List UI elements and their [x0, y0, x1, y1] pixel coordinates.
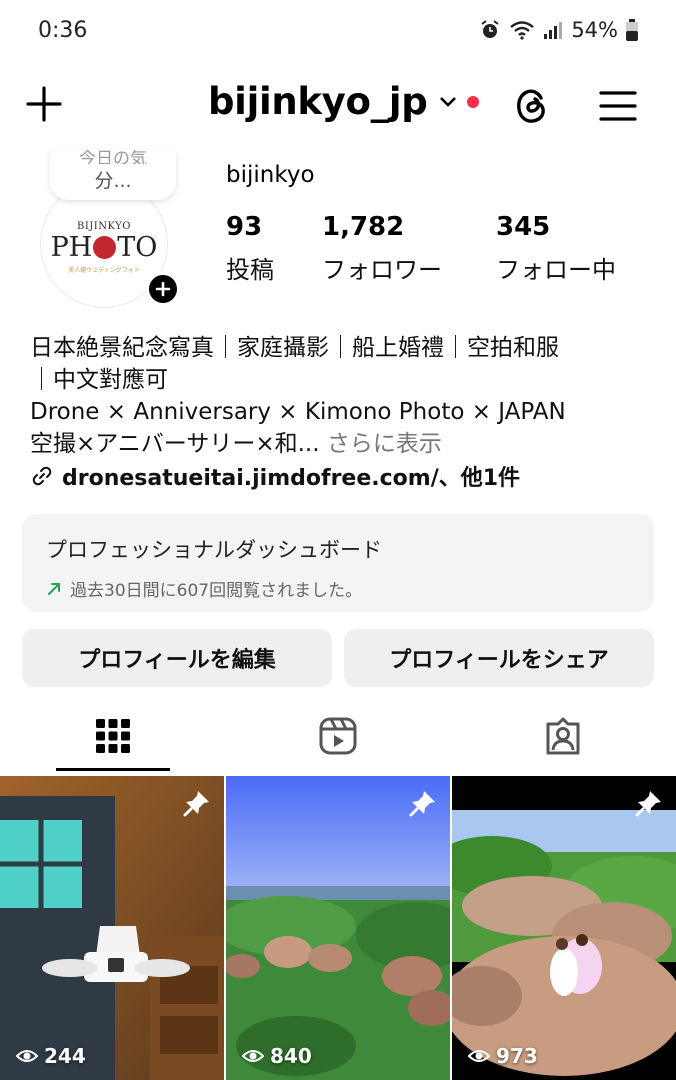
stat-following-value: 345: [496, 212, 551, 242]
post-image-rocks: [226, 776, 450, 1080]
status-time: 0:36: [38, 18, 88, 43]
tab-posts-grid[interactable]: [56, 700, 170, 772]
stat-posts-label: 投稿: [226, 256, 274, 284]
wifi-icon: [510, 21, 535, 40]
tab-reels[interactable]: [281, 700, 395, 772]
note-line2: 分...: [94, 170, 132, 192]
username: bijinkyo_jp: [208, 80, 428, 123]
view-count-value: 244: [44, 1044, 86, 1068]
professional-dashboard[interactable]: プロフェッショナルダッシュボード 過去30日間に607回閲覧されました。: [22, 514, 654, 612]
dashboard-subtitle: 過去30日間に607回閲覧されました。: [70, 581, 363, 601]
view-count: 244: [16, 1044, 86, 1068]
account-switcher[interactable]: bijinkyo_jp: [208, 80, 480, 123]
view-count-value: 840: [270, 1044, 312, 1068]
notification-dot: [467, 95, 480, 108]
eye-icon: [468, 1050, 490, 1062]
bio-link[interactable]: dronesatueitai.jimdofree.com/、他1件: [30, 460, 520, 492]
bio-line: 空撮×アニバーサリー×和...: [30, 431, 320, 457]
tab-tagged[interactable]: [506, 700, 620, 772]
eye-icon: [16, 1050, 38, 1062]
view-count: 840: [242, 1044, 312, 1068]
bio: 日本絶景紀念寫真｜家庭攝影｜船上婚禮｜空拍和服 ｜中文對應可 Drone × A…: [30, 332, 650, 460]
tagged-icon: [546, 717, 580, 755]
post-thumbnail[interactable]: 244: [0, 776, 224, 1080]
avatar-brand-small: BIJINKYO: [76, 220, 131, 232]
plus-icon: [155, 281, 171, 297]
stat-following-label: フォロー中: [496, 256, 616, 284]
stat-followers-label: フォロワー: [322, 256, 442, 284]
note-line1: 今日の気: [79, 150, 147, 164]
threads-icon[interactable]: [510, 84, 554, 128]
flower-logo-icon: [93, 235, 117, 259]
pin-icon: [635, 791, 661, 817]
eye-icon: [242, 1050, 264, 1062]
view-count-value: 973: [496, 1044, 538, 1068]
create-plus-icon[interactable]: [24, 84, 64, 124]
see-more-link[interactable]: さらに表示: [327, 431, 442, 457]
note-bubble[interactable]: 今日の気 分...: [50, 150, 176, 200]
display-name: bijinkyo: [226, 162, 315, 188]
chevron-down-icon: [440, 96, 457, 107]
pin-icon: [409, 791, 435, 817]
stat-followers-value: 1,782: [322, 212, 405, 242]
stat-posts-value: 93: [226, 212, 263, 242]
edit-profile-button[interactable]: プロフィールを編集: [22, 629, 332, 687]
battery-percent: 54%: [571, 18, 618, 42]
grid-icon: [96, 719, 130, 753]
active-tab-indicator: [56, 768, 170, 771]
stat-posts[interactable]: 93 投稿: [226, 212, 274, 285]
share-profile-button[interactable]: プロフィールをシェア: [344, 629, 654, 687]
post-thumbnail[interactable]: 840: [226, 776, 450, 1080]
stat-followers[interactable]: 1,782 フォロワー: [322, 212, 442, 285]
bio-line: 日本絶景紀念寫真｜家庭攝影｜船上婚禮｜空拍和服: [30, 335, 559, 361]
signal-icon: [544, 22, 563, 39]
battery-icon: [626, 19, 638, 41]
posts-grid: 244 840 973: [0, 776, 676, 1080]
stat-following[interactable]: 345 フォロー中: [496, 212, 616, 285]
post-thumbnail[interactable]: 973: [452, 776, 676, 1080]
bio-link-text: dronesatueitai.jimdofree.com/、他1件: [62, 466, 521, 491]
avatar-brand-left: PH: [50, 231, 93, 263]
add-story-button[interactable]: [146, 272, 180, 306]
avatar-brand-right: TO: [117, 231, 158, 263]
view-count: 973: [468, 1044, 538, 1068]
menu-icon[interactable]: [598, 86, 638, 126]
link-icon: [32, 466, 52, 486]
avatar-brand-sub: 美人鏡ウェディングフォト: [68, 266, 140, 274]
profile-header: bijinkyo_jp: [0, 70, 676, 142]
bio-line: Drone × Anniversary × Kimono Photo × JAP…: [30, 399, 566, 425]
status-bar: 0:36 54%: [0, 0, 676, 64]
profile-tabs: [0, 700, 676, 772]
reels-icon: [319, 717, 357, 755]
post-image-couple: [452, 776, 676, 1080]
alarm-icon: [481, 20, 499, 38]
trend-up-icon: [48, 582, 60, 595]
post-image-drone: [0, 776, 224, 1080]
pin-icon: [183, 791, 209, 817]
bio-line: ｜中文對應可: [30, 367, 168, 393]
dashboard-title: プロフェッショナルダッシュボード: [46, 538, 382, 562]
avatar-brand-logo: PH TO: [51, 232, 158, 263]
